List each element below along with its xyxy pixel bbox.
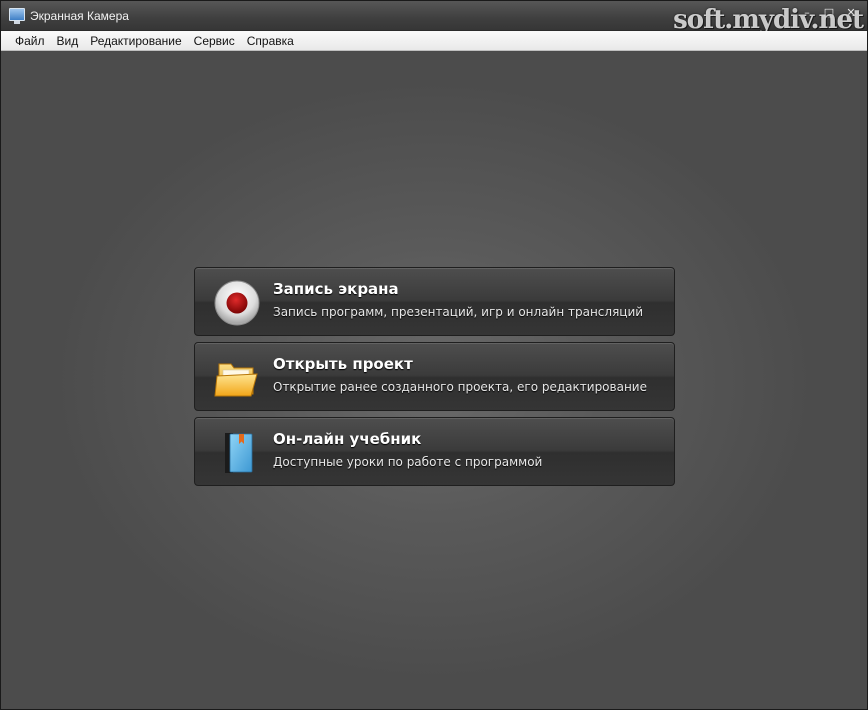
book-icon: [225, 433, 253, 473]
menu-help[interactable]: Справка: [241, 31, 300, 51]
open-project-description: Открытие ранее созданного проекта, его р…: [273, 380, 647, 394]
open-project-button[interactable]: Открыть проект Открытие ранее созданного…: [194, 342, 675, 411]
action-list: Запись экрана Запись программ, презентац…: [194, 267, 675, 492]
online-tutorial-button[interactable]: Он-лайн учебник Доступные уроки по работ…: [194, 417, 675, 486]
online-tutorial-title: Он-лайн учебник: [273, 430, 422, 448]
menu-view[interactable]: Вид: [51, 31, 85, 51]
online-tutorial-description: Доступные уроки по работе с программой: [273, 455, 543, 469]
folder-icon: [214, 363, 258, 397]
open-project-title: Открыть проект: [273, 355, 413, 373]
menu-service[interactable]: Сервис: [188, 31, 241, 51]
window-title: Экранная Камера: [30, 9, 129, 23]
menu-file[interactable]: Файл: [9, 31, 51, 51]
record-screen-description: Запись программ, презентаций, игр и онла…: [273, 305, 644, 319]
start-screen: Запись экрана Запись программ, презентац…: [1, 52, 867, 709]
app-window: Экранная Камера – □ ✕ soft.mydiv.net Фай…: [0, 0, 868, 710]
title-bar[interactable]: Экранная Камера – □ ✕ soft.mydiv.net: [1, 1, 867, 35]
record-icon: [214, 280, 260, 326]
menu-bar: Файл Вид Редактирование Сервис Справка: [1, 31, 867, 51]
monitor-icon: [9, 8, 25, 24]
record-screen-title: Запись экрана: [273, 280, 399, 298]
record-screen-button[interactable]: Запись экрана Запись программ, презентац…: [194, 267, 675, 336]
menu-edit[interactable]: Редактирование: [84, 31, 187, 51]
